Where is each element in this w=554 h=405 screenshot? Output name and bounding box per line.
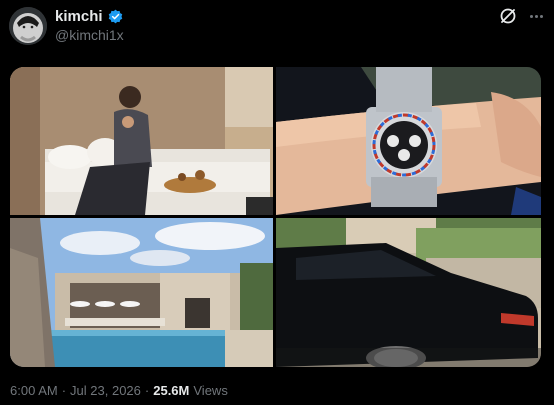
post-date[interactable]: Jul 23, 2026 — [70, 383, 141, 398]
post-meta: 6:00 AM · Jul 23, 2026 · 25.6M Views — [10, 383, 228, 398]
media-photo-4[interactable] — [276, 218, 541, 367]
dot — [529, 14, 533, 18]
author-display-name[interactable]: kimchi — [55, 8, 103, 25]
views-count: 25.6M — [153, 383, 190, 398]
verified-badge-icon — [108, 9, 123, 24]
author-handle[interactable]: @kimchi1x — [55, 27, 124, 43]
media-photo-2[interactable] — [276, 67, 541, 215]
media-grid — [10, 67, 541, 367]
post-time[interactable]: 6:00 AM — [10, 383, 58, 398]
meta-separator: · — [144, 383, 150, 398]
dot — [534, 14, 538, 18]
avatar-image — [9, 7, 47, 45]
more-options-icon[interactable] — [526, 6, 546, 26]
meta-separator: · — [61, 383, 67, 398]
author-name-row: kimchi — [55, 8, 123, 25]
views-label: Views — [193, 383, 228, 398]
author-avatar[interactable] — [9, 7, 47, 45]
media-photo-1[interactable] — [10, 67, 273, 215]
grok-icon[interactable] — [498, 6, 518, 26]
media-photo-3[interactable] — [10, 218, 273, 367]
dot — [539, 14, 543, 18]
